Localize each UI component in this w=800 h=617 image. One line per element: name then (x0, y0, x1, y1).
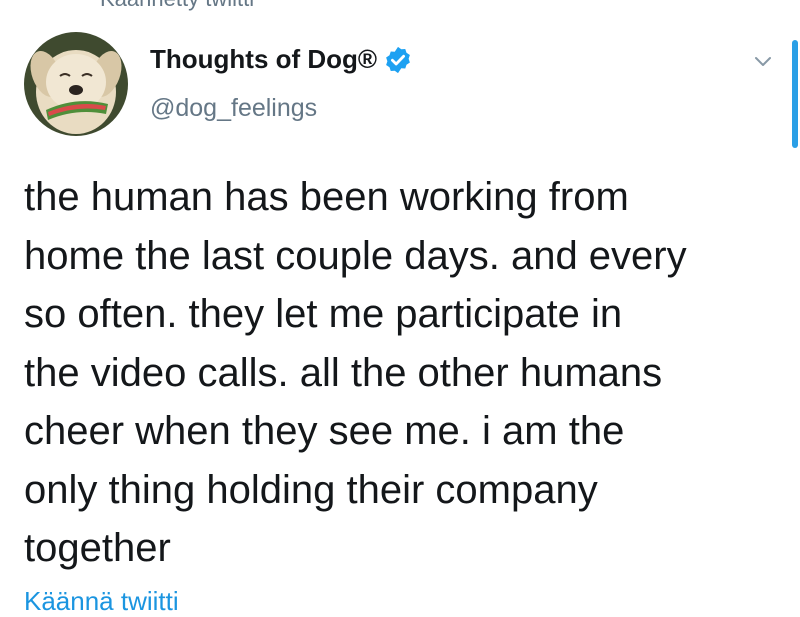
chevron-down-icon[interactable] (752, 50, 774, 72)
avatar[interactable] (24, 32, 128, 136)
display-name[interactable]: Thoughts of Dog® (150, 44, 377, 75)
tweet-text-line: the human has been working from (24, 175, 629, 219)
author-name-row[interactable]: Thoughts of Dog® (150, 44, 413, 75)
verified-badge-icon (386, 46, 410, 73)
tweet-text-line: so often. they let me participate in (24, 292, 623, 336)
scrollbar[interactable] (792, 40, 798, 148)
tweet-text: the human has been working from home the… (24, 168, 784, 578)
dog-avatar-icon (24, 32, 128, 136)
tweet-context-text: Käännetty twiitti (100, 0, 254, 12)
tweet-text-line: together (24, 526, 171, 570)
translate-tweet-link[interactable]: Käännä twiitti (24, 586, 179, 617)
tweet-text-line: only thing holding their company (24, 467, 598, 512)
tweet-text-line: home the last couple days. and every (24, 233, 687, 278)
tweet-text-line: cheer when they see me. i am the (24, 409, 625, 453)
tweet-text-line: the video calls. all the other humans (24, 350, 663, 395)
author-handle[interactable]: @dog_feelings (150, 94, 317, 123)
